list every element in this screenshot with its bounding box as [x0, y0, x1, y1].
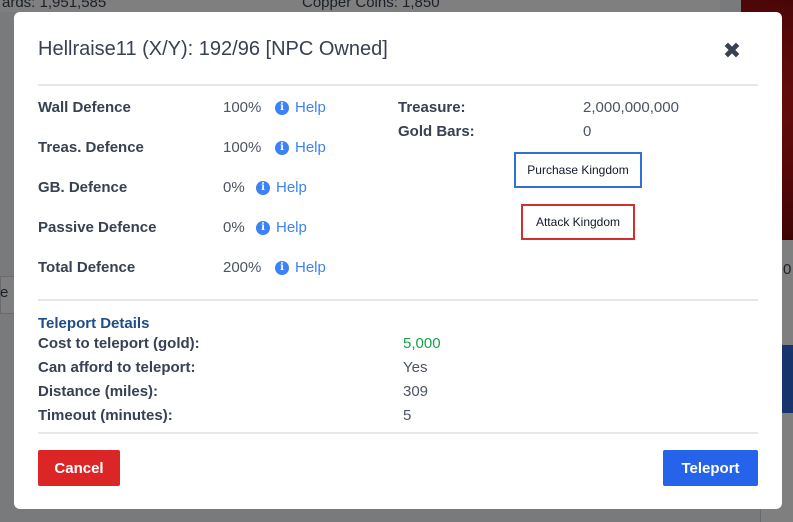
treasure-value: 2,000,000,000: [583, 99, 679, 116]
teleport-details-title: Teleport Details: [38, 315, 150, 332]
wall-defence-value: 100%: [223, 99, 262, 116]
gb-defence-value: 0%: [223, 179, 245, 196]
teleport-cost-value: 5,000: [403, 335, 441, 352]
info-icon: i: [256, 220, 270, 235]
footer-divider: [38, 432, 758, 434]
can-afford-label: Can afford to teleport:: [38, 359, 196, 376]
passive-defence-label: Passive Defence: [38, 219, 157, 236]
teleport-cost-label: Cost to teleport (gold):: [38, 335, 200, 352]
can-afford-value: Yes: [403, 359, 428, 376]
passive-defence-value: 0%: [223, 219, 245, 236]
header-divider: [38, 84, 758, 86]
help-label: Help: [276, 219, 307, 236]
distance-label: Distance (miles):: [38, 383, 159, 400]
gold-bars-value: 0: [583, 123, 592, 140]
timeout-value: 5: [403, 407, 412, 424]
total-defence-help-link[interactable]: i Help: [275, 259, 326, 276]
teleport-button[interactable]: Teleport: [663, 450, 758, 486]
info-icon: i: [256, 180, 270, 195]
gb-defence-label: GB. Defence: [38, 179, 128, 196]
gb-defence-help-link[interactable]: i Help: [256, 179, 307, 196]
wall-defence-label: Wall Defence: [38, 99, 131, 116]
section-divider: [38, 299, 758, 301]
close-icon[interactable]: ✖: [720, 38, 744, 63]
distance-value: 309: [403, 383, 429, 400]
attack-kingdom-button[interactable]: Attack Kingdom: [521, 204, 635, 240]
total-defence-value: 200%: [223, 259, 262, 276]
passive-defence-help-link[interactable]: i Help: [256, 219, 307, 236]
treas-defence-label: Treas. Defence: [38, 139, 144, 156]
modal-title: Hellraise11 (X/Y): 192/96 [NPC Owned]: [38, 38, 388, 60]
wall-defence-help-link[interactable]: i Help: [275, 99, 326, 116]
info-icon: i: [275, 100, 289, 115]
info-icon: i: [275, 260, 289, 275]
gold-bars-label: Gold Bars:: [398, 123, 475, 140]
timeout-label: Timeout (minutes):: [38, 407, 173, 424]
help-label: Help: [295, 139, 326, 156]
help-label: Help: [295, 259, 326, 276]
cancel-button[interactable]: Cancel: [38, 450, 120, 486]
kingdom-modal: Hellraise11 (X/Y): 192/96 [NPC Owned] ✖ …: [14, 12, 782, 509]
help-label: Help: [295, 99, 326, 116]
treas-defence-value: 100%: [223, 139, 262, 156]
treasure-label: Treasure:: [398, 99, 466, 116]
info-icon: i: [275, 140, 289, 155]
help-label: Help: [276, 179, 307, 196]
treas-defence-help-link[interactable]: i Help: [275, 139, 326, 156]
purchase-kingdom-button[interactable]: Purchase Kingdom: [514, 152, 642, 188]
total-defence-label: Total Defence: [38, 259, 136, 276]
